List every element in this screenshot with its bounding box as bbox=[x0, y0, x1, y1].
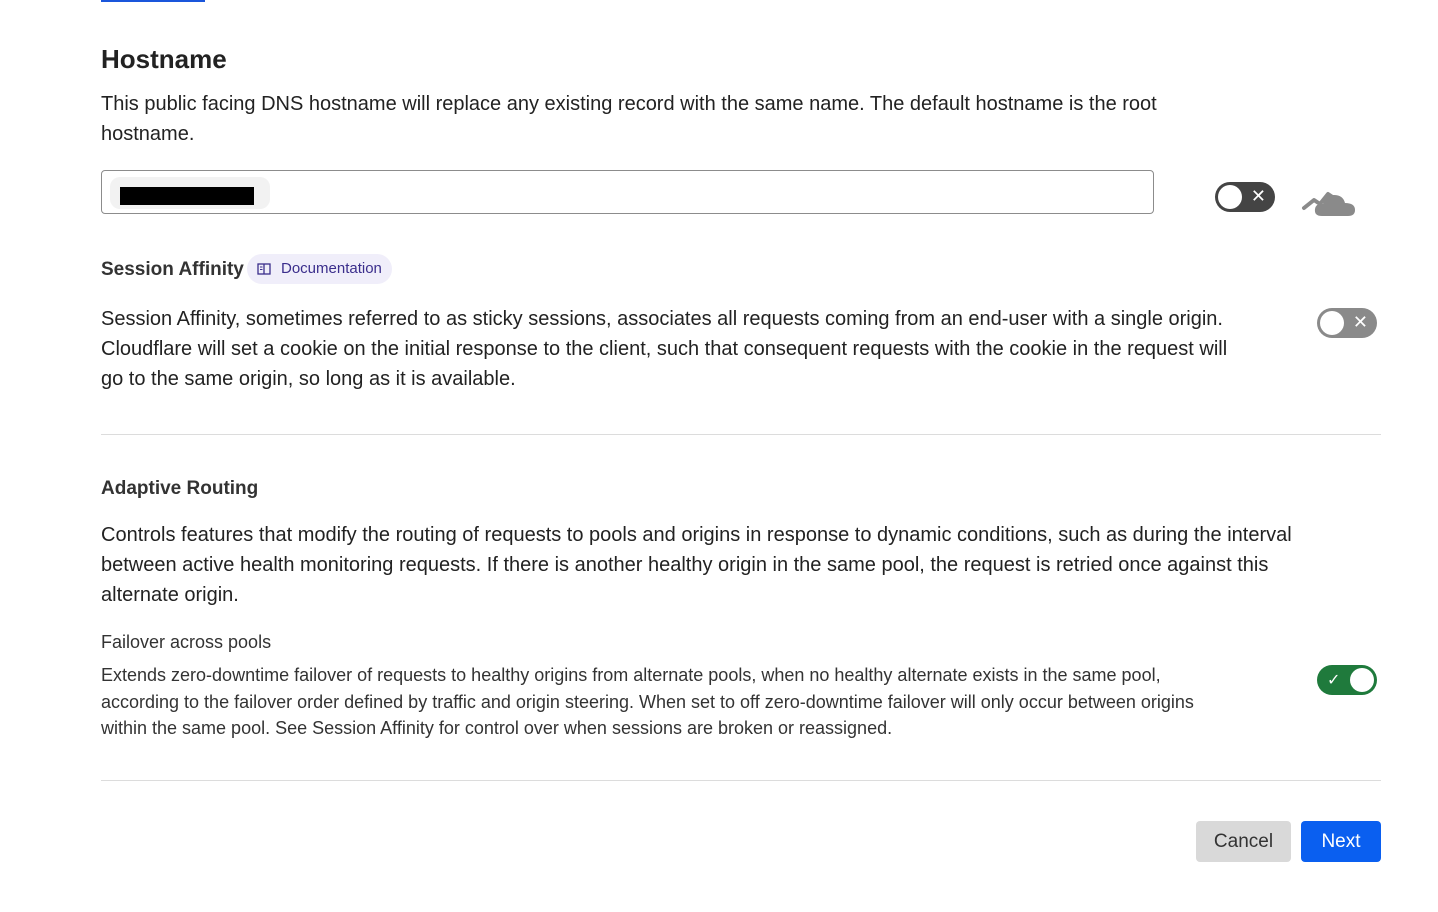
failover-description: Extends zero-downtime failover of reques… bbox=[101, 665, 1194, 738]
check-icon: ✓ bbox=[1327, 670, 1341, 689]
book-icon bbox=[257, 263, 271, 275]
proxy-status-toggle[interactable]: ✕ bbox=[1215, 182, 1275, 212]
documentation-label: Documentation bbox=[281, 260, 382, 277]
toggle-knob bbox=[1320, 311, 1344, 335]
adaptive-routing-description: Controls features that modify the routin… bbox=[101, 524, 1292, 606]
session-affinity-toggle[interactable]: ✕ bbox=[1317, 308, 1377, 338]
actions-divider bbox=[101, 780, 1381, 781]
toggle-knob bbox=[1218, 185, 1242, 209]
toggle-knob bbox=[1350, 668, 1374, 692]
cloud-dns-only-icon bbox=[1302, 192, 1355, 216]
cancel-button[interactable]: Cancel bbox=[1196, 821, 1291, 862]
hostname-input[interactable] bbox=[101, 170, 1154, 214]
failover-title: Failover across pools bbox=[101, 632, 272, 652]
hostname-heading: Hostname bbox=[101, 44, 227, 74]
redacted-value bbox=[120, 187, 254, 205]
active-tab-indicator bbox=[101, 0, 205, 2]
next-button[interactable]: Next bbox=[1301, 821, 1381, 862]
adaptive-routing-title: Adaptive Routing bbox=[101, 478, 259, 499]
close-icon: ✕ bbox=[1352, 312, 1368, 333]
close-icon: ✕ bbox=[1250, 186, 1266, 207]
section-divider bbox=[101, 434, 1381, 435]
documentation-link[interactable]: Documentation bbox=[247, 254, 392, 284]
session-affinity-description: Session Affinity, sometimes referred to … bbox=[101, 308, 1228, 390]
failover-across-pools-toggle[interactable]: ✓ bbox=[1317, 665, 1377, 695]
hostname-description: This public facing DNS hostname will rep… bbox=[101, 93, 1157, 145]
session-affinity-title: Session Affinity bbox=[101, 259, 244, 280]
